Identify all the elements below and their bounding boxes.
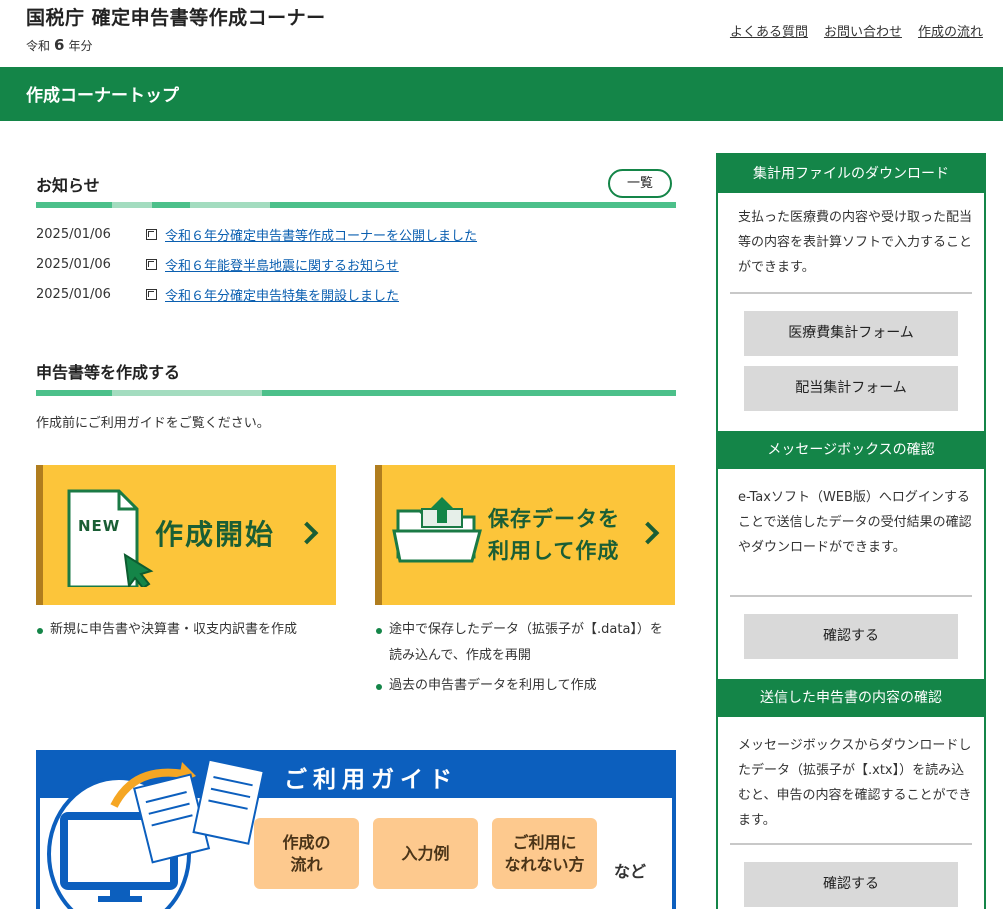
saved-bullets: 途中で保存したデータ（拡張子が【.data】）を読み込んで、作成を再開 過去の申… — [375, 617, 675, 699]
saved-data-button[interactable]: 保存データを 利用して作成 — [375, 465, 675, 605]
header-links: よくある質問 お問い合わせ 作成の流れ — [730, 21, 983, 40]
news-item: 2025/01/06 令和６年能登半島地震に関するお知らせ — [36, 254, 399, 274]
saved-label-line2: 利用して作成 — [488, 539, 620, 563]
news-link[interactable]: 令和６年能登半島地震に関するお知らせ — [165, 255, 399, 274]
year-prefix: 令和 — [26, 39, 51, 53]
medical-form-button[interactable]: 医療費集計フォーム — [744, 311, 958, 356]
chip-line1: 入力例 — [401, 843, 450, 863]
list-item: 新規に申告書や決算書・収支内訳書を作成 — [36, 617, 336, 643]
guide-flow-button[interactable]: 作成の 流れ — [254, 818, 359, 889]
computer-documents-icon — [47, 758, 264, 909]
document-icon — [146, 258, 157, 270]
start-label: 作成開始 — [155, 518, 276, 551]
saved-label-line1: 保存データを — [488, 507, 620, 531]
news-list-button[interactable]: 一覧 — [608, 169, 672, 198]
create-title: 申告書等を作成する — [36, 363, 181, 382]
news-date: 2025/01/06 — [36, 226, 111, 242]
news-item: 2025/01/06 令和６年分確定申告書等作成コーナーを公開しました — [36, 224, 477, 244]
guide-example-button[interactable]: 入力例 — [373, 818, 478, 889]
chip-line2: 流れ — [290, 854, 323, 874]
guide-note: 作成前にご利用ガイドをご覧ください。 — [36, 416, 270, 431]
site-header: 国税庁 確定申告書等作成コーナー 令和 6 年分 よくある質問 お問い合わせ 作成の… — [0, 0, 1003, 67]
sidebar: 集計用ファイルのダウンロード 支払った医療費の内容や受け取った配当等の内容を表計… — [716, 153, 986, 909]
new-document-icon — [67, 489, 154, 587]
site-title[interactable]: 国税庁 確定申告書等作成コーナー — [26, 3, 326, 30]
tax-year: 令和 6 年分 — [26, 36, 92, 54]
guide-beginner-button[interactable]: ご利用に なれない方 — [492, 818, 597, 889]
sent-confirm-button[interactable]: 確認する — [744, 862, 958, 907]
page-title: 作成コーナートップ — [26, 86, 179, 106]
year-number: 6 — [54, 36, 65, 54]
news-date: 2025/01/06 — [36, 256, 111, 272]
sent-heading: 送信した申告書の内容の確認 — [718, 679, 984, 717]
dividend-form-button[interactable]: 配当集計フォーム — [744, 366, 958, 411]
create-title-rule — [36, 390, 676, 396]
new-badge: NEW — [78, 517, 121, 535]
flow-link[interactable]: 作成の流れ — [918, 21, 983, 40]
chevron-right-icon — [295, 521, 319, 545]
chip-line1: ご利用に — [512, 832, 577, 852]
folder-upload-icon — [392, 497, 482, 563]
contact-link[interactable]: お問い合わせ — [824, 21, 902, 40]
year-suffix: 年分 — [68, 39, 93, 53]
news-title-rule — [36, 202, 676, 208]
divider — [730, 292, 972, 294]
news-item: 2025/01/06 令和６年分確定申告特集を開設しました — [36, 284, 399, 304]
news-link[interactable]: 令和６年分確定申告特集を開設しました — [165, 285, 399, 304]
list-item: 途中で保存したデータ（拡張子が【.data】）を読み込んで、作成を再開 — [375, 617, 675, 669]
news-link[interactable]: 令和６年分確定申告書等作成コーナーを公開しました — [165, 225, 477, 244]
chevron-right-icon — [636, 521, 660, 545]
document-icon — [146, 288, 157, 300]
messagebox-heading: メッセージボックスの確認 — [718, 431, 984, 469]
divider — [730, 843, 972, 845]
faq-link[interactable]: よくある質問 — [730, 21, 808, 40]
start-create-button[interactable]: NEW 作成開始 — [36, 465, 336, 605]
chip-line2: なれない方 — [504, 854, 585, 874]
messagebox-text: e-Taxソフト（WEB版）へログインすることで送信したデータの受付結果の確認や… — [738, 490, 972, 555]
news-title: お知らせ — [36, 176, 100, 195]
download-text: 支払った医療費の内容や受け取った配当等の内容を表計算ソフトで入力することができま… — [738, 210, 973, 275]
divider — [730, 595, 972, 597]
page-title-bar: 作成コーナートップ — [0, 67, 1003, 121]
guide-etc: など — [614, 862, 647, 881]
news-date: 2025/01/06 — [36, 286, 111, 302]
sent-text: メッセージボックスからダウンロードしたデータ（拡張子が【.xtx】）を読み込むと… — [738, 738, 972, 828]
list-item: 過去の申告書データを利用して作成 — [375, 673, 675, 699]
guide-title: ご利用ガイド — [284, 767, 458, 793]
download-heading: 集計用ファイルのダウンロード — [718, 155, 984, 193]
start-bullets: 新規に申告書や決算書・収支内訳書を作成 — [36, 617, 336, 643]
document-icon — [146, 228, 157, 240]
chip-line1: 作成の — [282, 832, 331, 852]
messagebox-confirm-button[interactable]: 確認する — [744, 614, 958, 659]
